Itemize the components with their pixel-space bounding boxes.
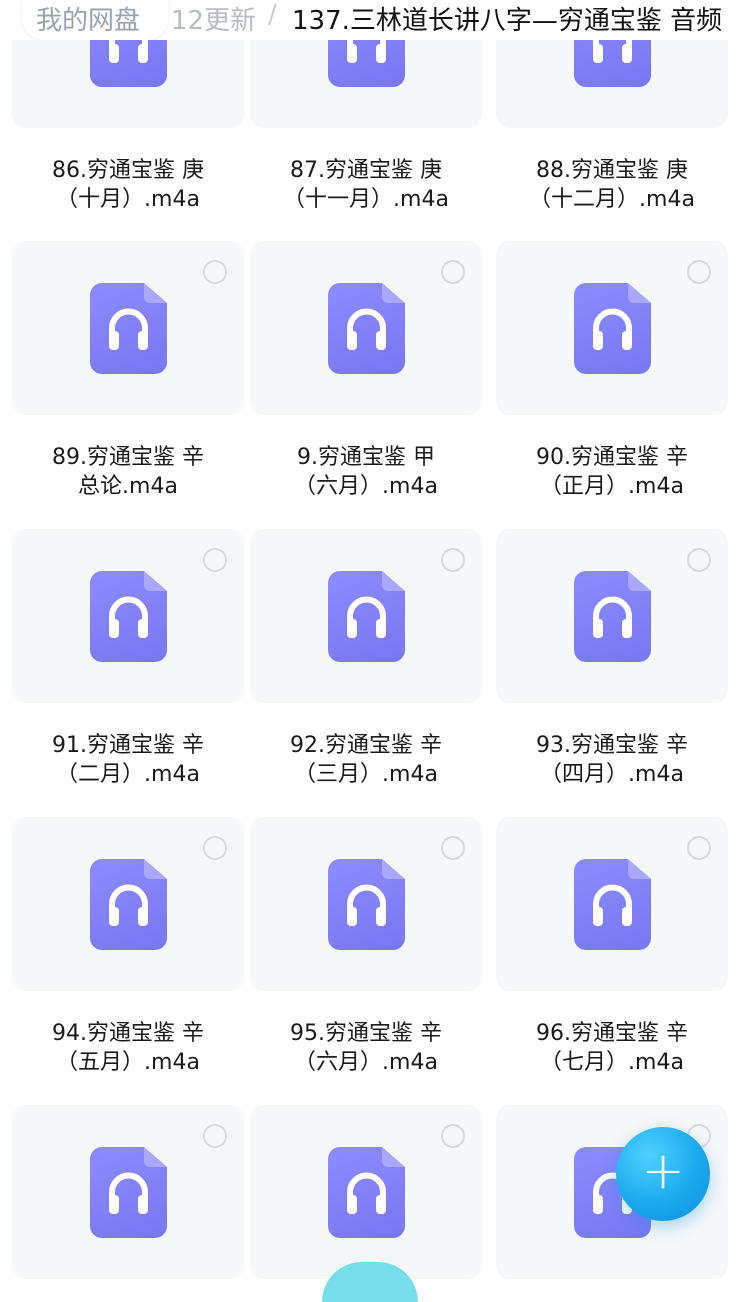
select-circle-icon[interactable] bbox=[441, 548, 465, 572]
file-name[interactable]: 88.穷通宝鉴 庚 （十二月）.m4a bbox=[496, 156, 728, 214]
file-card[interactable] bbox=[496, 241, 728, 415]
file-card[interactable] bbox=[496, 529, 728, 703]
select-circle-icon[interactable] bbox=[687, 548, 711, 572]
file-card[interactable] bbox=[12, 529, 244, 703]
file-name[interactable]: 93.穷通宝鉴 辛 （四月）.m4a bbox=[496, 731, 728, 789]
select-circle-icon[interactable] bbox=[441, 260, 465, 284]
audio-file-icon bbox=[328, 1147, 405, 1238]
audio-file-icon bbox=[90, 571, 167, 662]
file-name-line2: 总论.m4a bbox=[78, 474, 178, 499]
select-circle-icon[interactable] bbox=[441, 1124, 465, 1148]
audio-file-icon bbox=[328, 571, 405, 662]
file-card[interactable] bbox=[250, 529, 482, 703]
select-circle-icon[interactable] bbox=[203, 836, 227, 860]
file-name-line1: 95.穷通宝鉴 辛 bbox=[290, 1021, 442, 1046]
file-name[interactable]: 90.穷通宝鉴 辛 （正月）.m4a bbox=[496, 443, 728, 501]
audio-file-icon bbox=[328, 859, 405, 950]
audio-file-icon bbox=[574, 859, 651, 950]
file-name-line2: （十二月）.m4a bbox=[529, 187, 695, 212]
file-name-line2: （五月）.m4a bbox=[56, 1050, 200, 1075]
file-name[interactable]: 96.穷通宝鉴 辛 （七月）.m4a bbox=[496, 1019, 728, 1077]
file-card[interactable] bbox=[250, 817, 482, 991]
breadcrumb-bar: 我的网盘 12更新 / 137.三林道长讲八字—穷通宝鉴 音频 bbox=[0, 0, 739, 40]
file-name[interactable]: 91.穷通宝鉴 辛 （二月）.m4a bbox=[12, 731, 244, 789]
file-name-line1: 91.穷通宝鉴 辛 bbox=[52, 733, 204, 758]
add-button[interactable]: + bbox=[616, 1127, 710, 1221]
file-name-line2: （四月）.m4a bbox=[540, 762, 684, 787]
audio-file-icon bbox=[574, 283, 651, 374]
file-name[interactable]: 92.穷通宝鉴 辛 （三月）.m4a bbox=[250, 731, 482, 789]
file-name-line1: 88.穷通宝鉴 庚 bbox=[536, 158, 688, 183]
select-circle-icon[interactable] bbox=[441, 836, 465, 860]
file-name-line2: （正月）.m4a bbox=[540, 474, 684, 499]
file-name-line2: （七月）.m4a bbox=[540, 1050, 684, 1075]
file-name-line1: 89.穷通宝鉴 辛 bbox=[52, 445, 204, 470]
file-name-line1: 9.穷通宝鉴 甲 bbox=[297, 445, 435, 470]
plus-icon: + bbox=[641, 1141, 685, 1201]
file-name[interactable]: 87.穷通宝鉴 庚 （十一月）.m4a bbox=[250, 156, 482, 214]
file-name[interactable]: 94.穷通宝鉴 辛 （五月）.m4a bbox=[12, 1019, 244, 1077]
audio-file-icon bbox=[90, 859, 167, 950]
breadcrumb-current: 137.三林道长讲八字—穷通宝鉴 音频 bbox=[292, 6, 723, 36]
file-name[interactable]: 89.穷通宝鉴 辛总论.m4a bbox=[12, 443, 244, 501]
file-name[interactable]: 9.穷通宝鉴 甲 （六月）.m4a bbox=[250, 443, 482, 501]
audio-file-icon bbox=[574, 571, 651, 662]
file-name-line1: 86.穷通宝鉴 庚 bbox=[52, 158, 204, 183]
select-circle-icon[interactable] bbox=[203, 548, 227, 572]
file-name-line1: 93.穷通宝鉴 辛 bbox=[536, 733, 688, 758]
file-name-line2: （三月）.m4a bbox=[294, 762, 438, 787]
select-circle-icon[interactable] bbox=[203, 1124, 227, 1148]
file-card[interactable] bbox=[496, 817, 728, 991]
breadcrumb-home[interactable]: 我的网盘 bbox=[22, 0, 168, 40]
file-card[interactable] bbox=[250, 241, 482, 415]
file-name-line1: 92.穷通宝鉴 辛 bbox=[290, 733, 442, 758]
audio-file-icon bbox=[90, 1147, 167, 1238]
audio-file-icon bbox=[328, 283, 405, 374]
select-circle-icon[interactable] bbox=[687, 836, 711, 860]
file-name-line2: （十月）.m4a bbox=[56, 187, 200, 212]
file-card[interactable] bbox=[12, 1105, 244, 1279]
breadcrumb-level2[interactable]: 12更新 bbox=[171, 0, 256, 37]
file-name-line1: 87.穷通宝鉴 庚 bbox=[290, 158, 442, 183]
select-circle-icon[interactable] bbox=[203, 260, 227, 284]
audio-file-icon bbox=[90, 283, 167, 374]
file-name-line2: （二月）.m4a bbox=[56, 762, 200, 787]
file-name[interactable]: 95.穷通宝鉴 辛 （六月）.m4a bbox=[250, 1019, 482, 1077]
file-grid: 86.穷通宝鉴 庚 （十月）.m4a 87.穷通宝鉴 庚 （十一月）.m4a 88.穷通… bbox=[0, 0, 739, 1280]
file-name-line1: 96.穷通宝鉴 辛 bbox=[536, 1021, 688, 1046]
file-card[interactable] bbox=[12, 817, 244, 991]
file-card[interactable] bbox=[12, 241, 244, 415]
breadcrumb-home-label[interactable]: 我的网盘 bbox=[36, 0, 140, 37]
breadcrumb-separator: / bbox=[268, 0, 277, 30]
file-name[interactable]: 86.穷通宝鉴 庚 （十月）.m4a bbox=[12, 156, 244, 214]
file-name-line2: （六月）.m4a bbox=[294, 474, 438, 499]
file-name-line1: 94.穷通宝鉴 辛 bbox=[52, 1021, 204, 1046]
file-name-line2: （六月）.m4a bbox=[294, 1050, 438, 1075]
file-card[interactable] bbox=[250, 1105, 482, 1279]
file-name-line1: 90.穷通宝鉴 辛 bbox=[536, 445, 688, 470]
file-name-line2: （十一月）.m4a bbox=[283, 187, 449, 212]
select-circle-icon[interactable] bbox=[687, 260, 711, 284]
